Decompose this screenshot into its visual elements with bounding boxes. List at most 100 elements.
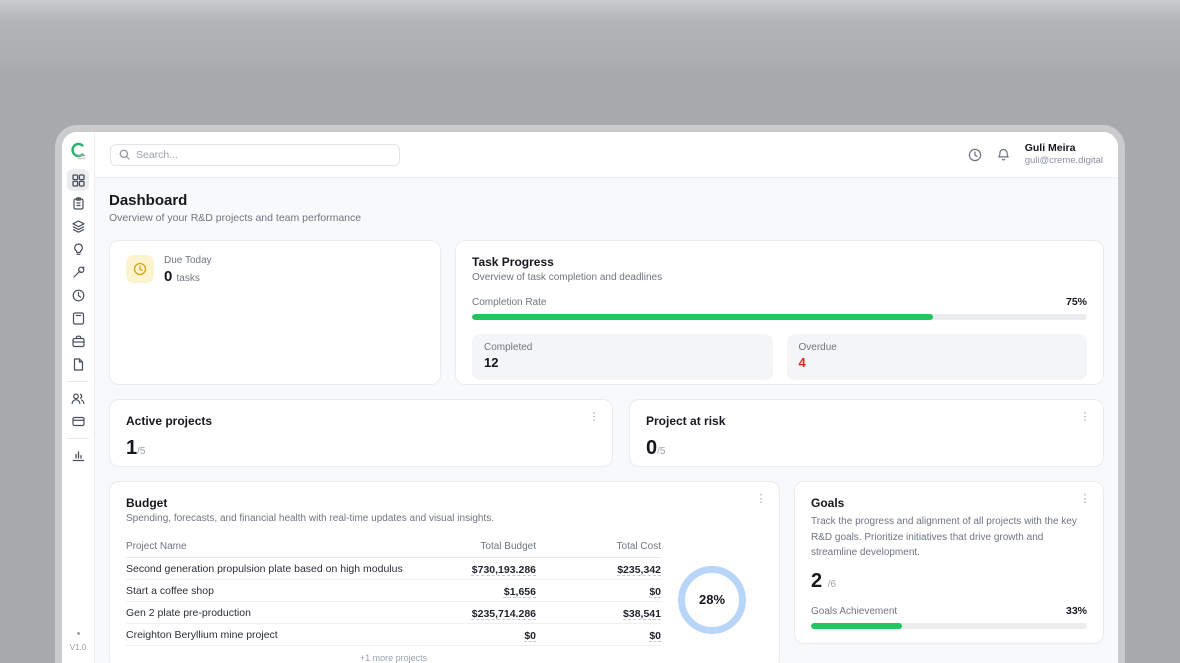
goals-menu-button[interactable]: ⋮ [1079,494,1091,505]
active-projects-menu-button[interactable]: ⋮ [588,412,600,423]
completion-rate-value: 75% [1066,296,1087,308]
cost-amount-link[interactable]: $0 [649,630,661,642]
dashboard-content: Dashboard Overview of your R&D projects … [95,178,1118,663]
user-email: guli@creme.digital [1025,155,1103,167]
sidebar-item-dashboard[interactable] [67,169,89,191]
budget-row-project-name: Creighton Beryllium mine project [126,629,406,641]
budget-table-row: Gen 2 plate pre-production $235,714.286 $3… [126,602,661,624]
user-menu[interactable]: Guli Meira guli@creme.digital [1025,142,1103,167]
budget-donut-value: 28% [699,592,725,607]
budget-table-row: Start a coffee shop $1,656 $0 [126,580,661,602]
more-projects-label[interactable]: +1 more projects [126,646,661,663]
budget-amount-link[interactable]: $0 [524,630,536,642]
budget-menu-button[interactable]: ⋮ [755,494,767,505]
budget-row-total-cost: $38,541 [536,604,661,622]
sidebar-item-calculator[interactable] [67,307,89,329]
status-dot [77,632,80,635]
analytics-chart-icon [72,449,85,462]
cost-amount-link[interactable]: $0 [649,586,661,598]
completed-label: Completed [484,342,761,353]
budget-table-row: Second generation propulsion plate based… [126,558,661,580]
notifications-button[interactable] [997,148,1010,162]
due-today-label: Due Today [164,255,212,266]
overdue-label: Overdue [799,342,1076,353]
budget-table-header: Project Name Total Budget Total Cost [126,536,661,558]
user-name: Guli Meira [1025,142,1103,155]
budget-row-total-cost: $0 [536,582,661,600]
team-icon [71,392,85,405]
topbar: Search... Guli Meira guli@creme.digita [95,132,1118,178]
due-clock-icon [133,262,147,276]
completion-rate-label: Completion Rate [472,297,546,308]
app-version: V1.0 [62,643,94,652]
column-total-budget: Total Budget [406,541,536,552]
due-today-card: Due Today 0 tasks [109,240,441,385]
search-input[interactable]: Search... [110,144,400,166]
budget-row-total-budget: $1,656 [406,582,536,600]
sidebar-item-projects[interactable] [67,330,89,352]
column-project-name: Project Name [126,541,406,552]
briefcase-icon [72,335,85,348]
project-at-risk-card: Project at risk ⋮ 0/5 [629,399,1104,467]
page-subtitle: Overview of your R&D projects and team p… [109,212,1104,224]
dashboard-grid-icon [72,174,85,187]
search-placeholder: Search... [136,149,178,161]
due-today-unit: tasks [177,273,200,284]
project-at-risk-total: /5 [657,446,665,457]
goals-achievement-value: 33% [1066,605,1087,617]
budget-card: Budget ⋮ Spending, forecasts, and financ… [109,481,780,663]
app-window: V1.0 Search... [55,125,1125,663]
completion-progress-bar [472,314,1087,320]
task-progress-subtitle: Overview of task completion and deadline… [472,272,1087,283]
creme-logo [69,141,87,161]
budget-subtitle: Spending, forecasts, and financial healt… [126,513,763,524]
sidebar-footer: V1.0 [62,632,94,652]
history-button[interactable] [968,148,982,162]
budget-row-project-name: Second generation propulsion plate based… [126,563,406,575]
budget-row-project-name: Start a coffee shop [126,585,406,597]
budget-row-total-cost: $235,342 [536,560,661,578]
budget-row-total-budget: $235,714.286 [406,604,536,622]
budget-row-project-name: Gen 2 plate pre-production [126,607,406,619]
cost-amount-link[interactable]: $38,541 [623,608,661,620]
goals-description: Track the progress and alignment of all … [811,514,1087,561]
active-projects-card: Active projects ⋮ 1/5 [109,399,613,467]
active-projects-total: /5 [137,446,145,457]
lightbulb-icon [72,243,85,256]
sidebar-divider [67,438,89,439]
sidebar-item-time[interactable] [67,284,89,306]
sidebar-item-tasks[interactable] [67,192,89,214]
budget-table: Project Name Total Budget Total Cost Sec… [126,536,661,663]
task-progress-card: Task Progress Overview of task completio… [455,240,1104,385]
sidebar-item-team[interactable] [67,387,89,409]
goals-progress-bar [811,623,1087,629]
budget-amount-link[interactable]: $730,193.286 [472,564,536,576]
budget-row-total-budget: $730,193.286 [406,560,536,578]
project-at-risk-menu-button[interactable]: ⋮ [1079,412,1091,423]
history-clock-icon [968,148,982,162]
budget-row-total-cost: $0 [536,626,661,644]
budget-title: Budget [126,496,763,510]
sidebar-item-analytics[interactable] [67,444,89,466]
layers-icon [72,220,85,233]
page-title: Dashboard [109,192,1104,209]
sidebar-item-ideas[interactable] [67,238,89,260]
goals-value: 2 /6 [811,570,1087,593]
task-progress-title: Task Progress [472,255,1087,269]
sidebar-item-tools[interactable] [67,261,89,283]
sidebar-item-documents[interactable] [67,353,89,375]
clipboard-icon [72,197,85,210]
sidebar-divider [67,381,89,382]
main-area: Search... Guli Meira guli@creme.digita [95,132,1118,663]
budget-amount-link[interactable]: $235,714.286 [472,608,536,620]
sidebar-item-layers[interactable] [67,215,89,237]
clock-icon [72,289,85,302]
goals-achievement-label: Goals Achievement [811,606,897,617]
completion-progress-fill [472,314,933,320]
budget-donut-wrap: 28% [661,566,763,634]
budget-amount-link[interactable]: $1,656 [504,586,536,598]
cost-amount-link[interactable]: $235,342 [617,564,661,576]
billing-card-icon [72,415,85,428]
completed-stat-box: Completed 12 [472,334,773,380]
sidebar-item-billing[interactable] [67,410,89,432]
